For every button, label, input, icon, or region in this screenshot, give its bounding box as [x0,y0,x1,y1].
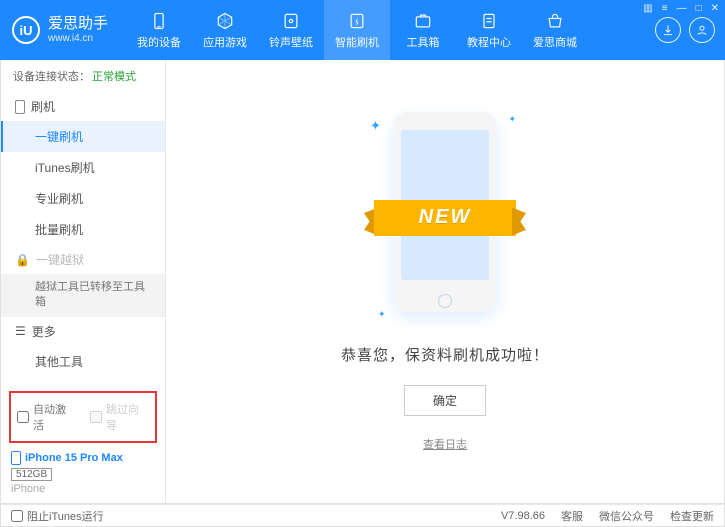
nav-label: 工具箱 [407,34,440,50]
block-itunes-label: 阻止iTunes运行 [27,508,104,524]
menu-icon: ☰ [15,324,26,338]
device-type: iPhone [11,483,155,495]
nav-apps[interactable]: 应用游戏 [192,0,258,60]
status-bar: 阻止iTunes运行 V7.98.66 客服 微信公众号 检查更新 [0,504,725,527]
tree-locked-label: 一键越狱 [36,251,84,268]
skin-button[interactable]: ▥ [643,3,652,14]
download-button[interactable] [655,17,681,43]
window-controls: ▥ ≡ — □ ✕ [643,3,719,14]
minimize-button[interactable]: — [677,3,687,14]
jailbreak-moved-notice: 越狱工具已转移至工具箱 [1,274,165,317]
app-name: 爱思助手 [48,16,108,33]
ok-button[interactable]: 确定 [404,385,486,416]
sidebar: 设备连接状态： 正常模式 刷机 一键刷机iTunes刷机专业刷机批量刷机 🔒 一… [1,60,166,503]
nav-ring[interactable]: 铃声壁纸 [258,0,324,60]
app-logo: iU 爱思助手 www.i4.cn [12,16,108,44]
sidebar-tree: 刷机 一键刷机iTunes刷机专业刷机批量刷机 🔒 一键越狱 越狱工具已转移至工… [1,92,165,385]
auto-activate-checkbox[interactable]: 自动激活 [17,401,76,433]
nav-label: 教程中心 [467,34,511,50]
wechat-link[interactable]: 微信公众号 [599,508,654,524]
phone-home-icon [438,294,452,308]
title-bar: iU 爱思助手 www.i4.cn 我的设备 应用游戏 铃声壁纸 智能刷机 工具箱 教程中… [0,0,725,60]
close-button[interactable]: ✕ [711,3,719,14]
auto-activate-label: 自动激活 [33,401,76,433]
nav-shop[interactable]: 爱思商城 [522,0,588,60]
tree-more-label: 更多 [32,323,56,340]
app-url: www.i4.cn [48,33,108,44]
user-button[interactable] [689,17,715,43]
device-info: iPhone 15 Pro Max 512GB iPhone [1,447,165,503]
sparkle-icon: ✦ [370,118,381,134]
nav-label: 爱思商城 [533,34,577,50]
ribbon-label: NEW [374,200,516,236]
nav-flash[interactable]: 智能刷机 [324,0,390,60]
flash-icon [347,11,367,31]
ring-icon [281,11,301,31]
tree-item[interactable]: iTunes刷机 [1,152,165,183]
nav-device[interactable]: 我的设备 [126,0,192,60]
block-itunes-checkbox[interactable]: 阻止iTunes运行 [11,508,104,524]
tree-item[interactable]: 批量刷机 [1,214,165,245]
phone-icon [11,451,21,465]
top-nav: 我的设备 应用游戏 铃声壁纸 智能刷机 工具箱 教程中心 爱思商城 [126,0,649,60]
tools-icon [413,11,433,31]
tree-header-flash[interactable]: 刷机 [1,92,165,121]
tree-header-more[interactable]: ☰ 更多 [1,317,165,346]
success-illustration: ✦ ✦ ✦ NEW [370,112,520,322]
device-small-icon [15,100,25,114]
nav-tools[interactable]: 工具箱 [390,0,456,60]
skip-guide-label: 跳过向导 [106,401,149,433]
maximize-button[interactable]: □ [696,3,702,14]
menu-button[interactable]: ≡ [662,3,668,14]
skip-guide-checkbox[interactable]: 跳过向导 [90,401,149,433]
view-log-link[interactable]: 查看日志 [423,436,467,452]
lock-icon: 🔒 [15,253,30,267]
nav-doc[interactable]: 教程中心 [456,0,522,60]
tree-item[interactable]: 专业刷机 [1,183,165,214]
apps-icon [215,11,235,31]
tree-header-jailbreak: 🔒 一键越狱 [1,245,165,274]
sparkle-icon: ✦ [508,114,516,125]
device-status: 设备连接状态： 正常模式 [1,60,165,92]
shop-icon [545,11,565,31]
ribbon-end-icon [512,208,526,236]
nav-label: 我的设备 [137,34,181,50]
nav-label: 铃声壁纸 [269,34,313,50]
support-link[interactable]: 客服 [561,508,583,524]
tree-header-label: 刷机 [31,98,55,115]
tree-item[interactable]: 其他工具 [1,346,165,377]
status-label: 设备连接状态： [13,68,90,84]
device-capacity: 512GB [11,468,52,481]
nav-label: 智能刷机 [335,34,379,50]
nav-label: 应用游戏 [203,34,247,50]
tree-item[interactable]: 下载固件 [1,377,165,385]
doc-icon [479,11,499,31]
main-content: ✦ ✦ ✦ NEW 恭喜您，保资料刷机成功啦！ 确定 查看日志 [166,60,724,503]
version-label: V7.98.66 [501,510,545,522]
success-message: 恭喜您，保资料刷机成功啦！ [341,344,549,365]
device-name[interactable]: iPhone 15 Pro Max [11,451,155,465]
check-update-link[interactable]: 检查更新 [670,508,714,524]
status-value: 正常模式 [92,68,136,84]
tree-item[interactable]: 一键刷机 [1,121,165,152]
sparkle-icon: ✦ [378,309,386,320]
options-highlight-box: 自动激活 跳过向导 [9,391,157,443]
device-icon [149,11,169,31]
logo-badge-icon: iU [12,16,40,44]
